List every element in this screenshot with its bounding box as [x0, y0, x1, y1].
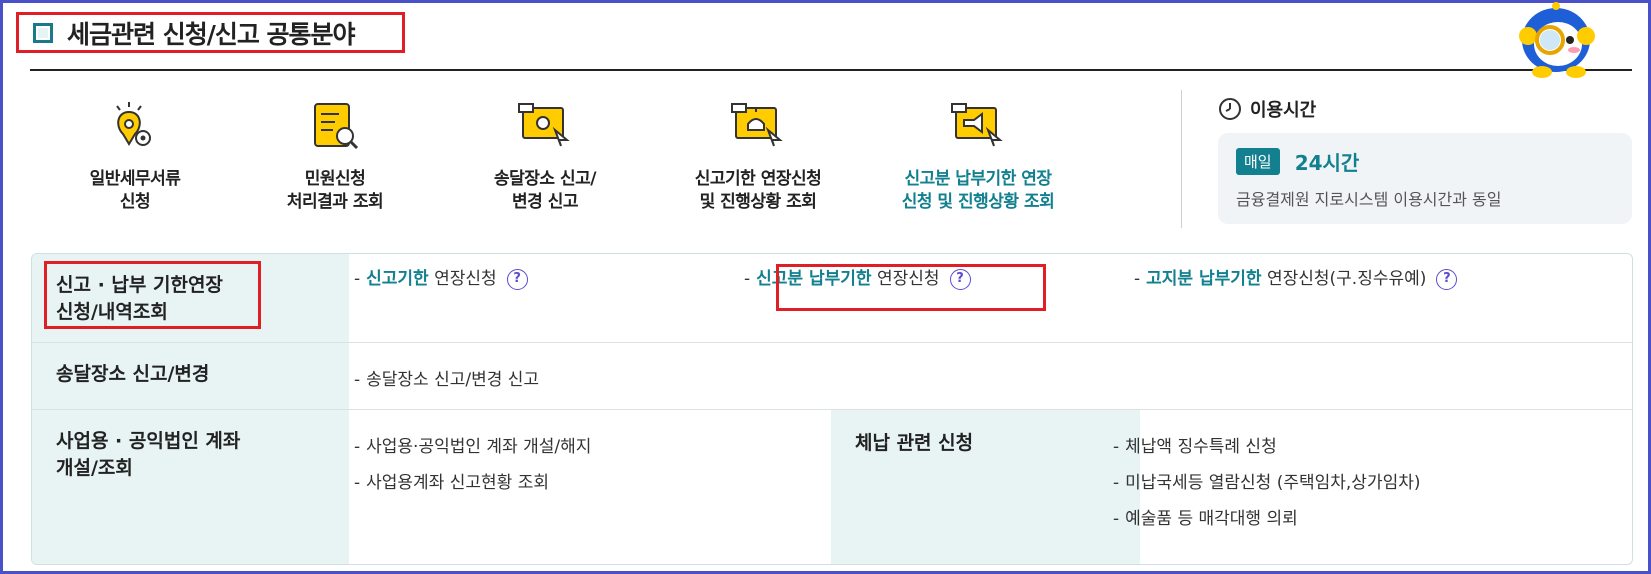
mail-monitor-icon [518, 103, 570, 147]
menu-complaint-result[interactable]: 민원신청 처리결과 조회 [235, 100, 435, 214]
menu-label: 신고분 납부기한 연장 신청 및 진행상황 조회 [901, 169, 1055, 212]
link-delivery-address-report[interactable]: - 송달장소 신고/변경 신고 [354, 365, 539, 390]
menu-label: 일반세무서류 신청 [89, 169, 181, 212]
menu-label: 송달장소 신고/ 변경 신고 [494, 169, 596, 212]
menu-label: 신고기한 연장신청 및 진행상황 조회 [694, 169, 822, 212]
usage-box: 매일 24시간 금융결제원 지로시스템 이용시간과 동일 [1218, 133, 1632, 224]
menu-divider [1181, 90, 1182, 228]
usage-badge: 매일 [1236, 148, 1280, 175]
usage-title-text: 이용시간 [1250, 100, 1317, 121]
document-gear-icon [116, 102, 151, 146]
page-title: 세금관련 신청/신고 공통분야 [67, 19, 356, 49]
usage-hours: 24시간 [1294, 151, 1360, 175]
row-head: 사업용 · 공익법인 계좌 개설/조회 [32, 410, 349, 564]
row-head-arrears: 체납 관련 신청 [831, 410, 1140, 564]
link-arrears-special[interactable]: - 체납액 징수특례 신청 [1113, 432, 1277, 457]
menu-filing-extension[interactable]: 신고기한 연장신청 및 진행상황 조회 [658, 100, 858, 214]
menu-payment-extension[interactable]: 신고분 납부기한 연장 신청 및 진행상황 조회 [878, 100, 1078, 214]
highlight-box-row-head [44, 261, 261, 329]
highlight-box-payment-extension [776, 264, 1046, 311]
section-title-box: 세금관련 신청/신고 공통분야 [16, 12, 405, 53]
link-account-open-close[interactable]: - 사업용·공익법인 계좌 개설/해지 [354, 432, 591, 457]
help-icon[interactable]: ? [506, 268, 528, 290]
usage-desc: 금융결제원 지로시스템 이용시간과 동일 [1236, 190, 1502, 209]
table-row-delivery: 송달장소 신고/변경 - 송달장소 신고/변경 신고 [32, 343, 1632, 410]
mascot-icon [1519, 2, 1595, 78]
service-menu: 일반세무서류 신청 민원신청 처리결과 조회 송달장소 신고/ 변경 신고 신고… [60, 100, 1160, 230]
link-notice-payment-extension[interactable]: - 고지분 납부기한 연장신청(구.징수유예)? [1134, 264, 1458, 290]
clock-icon [1219, 98, 1241, 120]
menu-general-tax-docs[interactable]: 일반세무서류 신청 [35, 100, 235, 214]
megaphone-monitor-icon [951, 103, 1003, 147]
document-search-icon [314, 103, 359, 150]
link-art-sale-agency[interactable]: - 예술품 등 매각대행 의뢰 [1113, 504, 1298, 529]
row-head: 송달장소 신고/변경 [32, 343, 349, 409]
menu-label: 민원신청 처리결과 조회 [286, 169, 384, 212]
link-account-report-status[interactable]: - 사업용계좌 신고현황 조회 [354, 468, 549, 493]
help-icon[interactable]: ? [1436, 268, 1458, 290]
menu-delivery-address[interactable]: 송달장소 신고/ 변경 신고 [445, 100, 645, 214]
link-filing-deadline-extension[interactable]: - 신고기한 연장신청? [354, 264, 528, 290]
link-unpaid-tax-view[interactable]: - 미납국세등 열람신청 (주택임차,상가임차) [1113, 468, 1421, 493]
table-row-accounts: 사업용 · 공익법인 계좌 개설/조회 - 사업용·공익법인 계좌 개설/해지 -… [32, 410, 1632, 564]
usage-title: 이용시간 [1218, 96, 1316, 122]
title-divider [30, 69, 1632, 71]
square-bullet-icon [33, 22, 53, 43]
alarm-monitor-icon [731, 103, 783, 147]
